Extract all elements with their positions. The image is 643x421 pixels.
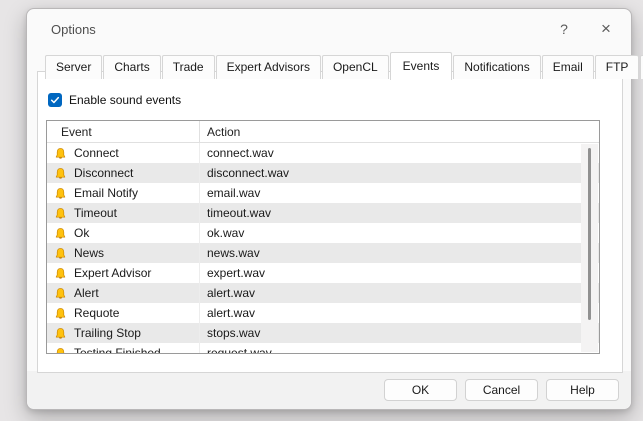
dialog-footer: OK Cancel Help [27, 371, 631, 409]
action-label: disconnect.wav [200, 163, 599, 183]
event-label: Email Notify [74, 186, 138, 200]
event-label: Alert [74, 286, 99, 300]
event-label: News [74, 246, 104, 260]
event-label: Expert Advisor [74, 266, 151, 280]
cancel-button[interactable]: Cancel [465, 379, 538, 401]
tab-expert-advisors[interactable]: Expert Advisors [216, 55, 321, 79]
action-label: news.wav [200, 243, 599, 263]
action-label: ok.wav [200, 223, 599, 243]
bell-icon [55, 247, 67, 260]
tab-trade[interactable]: Trade [162, 55, 215, 79]
table-row[interactable]: Alert alert.wav [47, 283, 599, 303]
checkbox-label: Enable sound events [69, 93, 181, 107]
table-row[interactable]: Trailing Stop stops.wav [47, 323, 599, 343]
action-label: expert.wav [200, 263, 599, 283]
bell-icon [55, 267, 67, 280]
action-label: alert.wav [200, 283, 599, 303]
events-table-header: Event Action [47, 121, 599, 143]
events-table: Event Action Connect connect.wav Disconne… [46, 120, 600, 354]
vertical-scrollbar[interactable] [581, 144, 598, 352]
checkbox-checked-icon [48, 93, 62, 107]
window-title: Options [51, 22, 96, 37]
tab-server[interactable]: Server [45, 55, 102, 79]
bell-icon [55, 347, 67, 354]
ok-button[interactable]: OK [384, 379, 457, 401]
events-table-body: Connect connect.wav Disconnect disconnect.… [47, 143, 599, 353]
tab-notifications[interactable]: Notifications [453, 55, 540, 79]
event-label: Ok [74, 226, 89, 240]
tab-events[interactable]: Events [390, 52, 453, 80]
events-tab-page: Enable sound events Event Action Connect… [37, 71, 623, 373]
table-row[interactable]: Requote alert.wav [47, 303, 599, 323]
table-row[interactable]: Testing Finished request.wav [47, 343, 599, 353]
action-label: connect.wav [200, 143, 599, 163]
title-bar[interactable]: Options ? × [27, 9, 631, 49]
event-label: Connect [74, 146, 119, 160]
bell-icon [55, 327, 67, 340]
action-label: timeout.wav [200, 203, 599, 223]
table-row[interactable]: Disconnect disconnect.wav [47, 163, 599, 183]
tab-charts[interactable]: Charts [103, 55, 160, 79]
bell-icon [55, 227, 67, 240]
action-label: alert.wav [200, 303, 599, 323]
tab-strip: ServerChartsTradeExpert AdvisorsOpenCLEv… [45, 51, 617, 79]
column-header-action: Action [200, 121, 599, 142]
table-row[interactable]: Email Notify email.wav [47, 183, 599, 203]
column-header-event: Event [47, 121, 200, 142]
action-label: email.wav [200, 183, 599, 203]
close-icon[interactable]: × [591, 16, 621, 42]
bell-icon [55, 207, 67, 220]
desktop: { "window": { "title": "Options", "help_… [0, 0, 643, 421]
table-row[interactable]: Expert Advisor expert.wav [47, 263, 599, 283]
footer-buttons: OK Cancel Help [384, 379, 619, 401]
table-row[interactable]: Connect connect.wav [47, 143, 599, 163]
bell-icon [55, 187, 67, 200]
bell-icon [55, 307, 67, 320]
bell-icon [55, 167, 67, 180]
table-row[interactable]: Timeout timeout.wav [47, 203, 599, 223]
help-button[interactable]: Help [546, 379, 619, 401]
bell-icon [55, 147, 67, 160]
action-label: request.wav [200, 343, 599, 353]
action-label: stops.wav [200, 323, 599, 343]
event-label: Timeout [74, 206, 117, 220]
event-label: Disconnect [74, 166, 133, 180]
options-dialog: Options ? × ServerChartsTradeExpert Advi… [26, 8, 632, 410]
event-label: Testing Finished [74, 346, 161, 353]
table-row[interactable]: Ok ok.wav [47, 223, 599, 243]
tab-ftp[interactable]: FTP [595, 55, 640, 79]
scrollbar-thumb[interactable] [588, 148, 591, 320]
event-label: Trailing Stop [74, 326, 141, 340]
table-row[interactable]: News news.wav [47, 243, 599, 263]
enable-sound-events-checkbox[interactable]: Enable sound events [48, 93, 181, 107]
help-icon[interactable]: ? [549, 16, 579, 42]
bell-icon [55, 287, 67, 300]
tab-email[interactable]: Email [542, 55, 594, 79]
event-label: Requote [74, 306, 119, 320]
tab-opencl[interactable]: OpenCL [322, 55, 389, 79]
